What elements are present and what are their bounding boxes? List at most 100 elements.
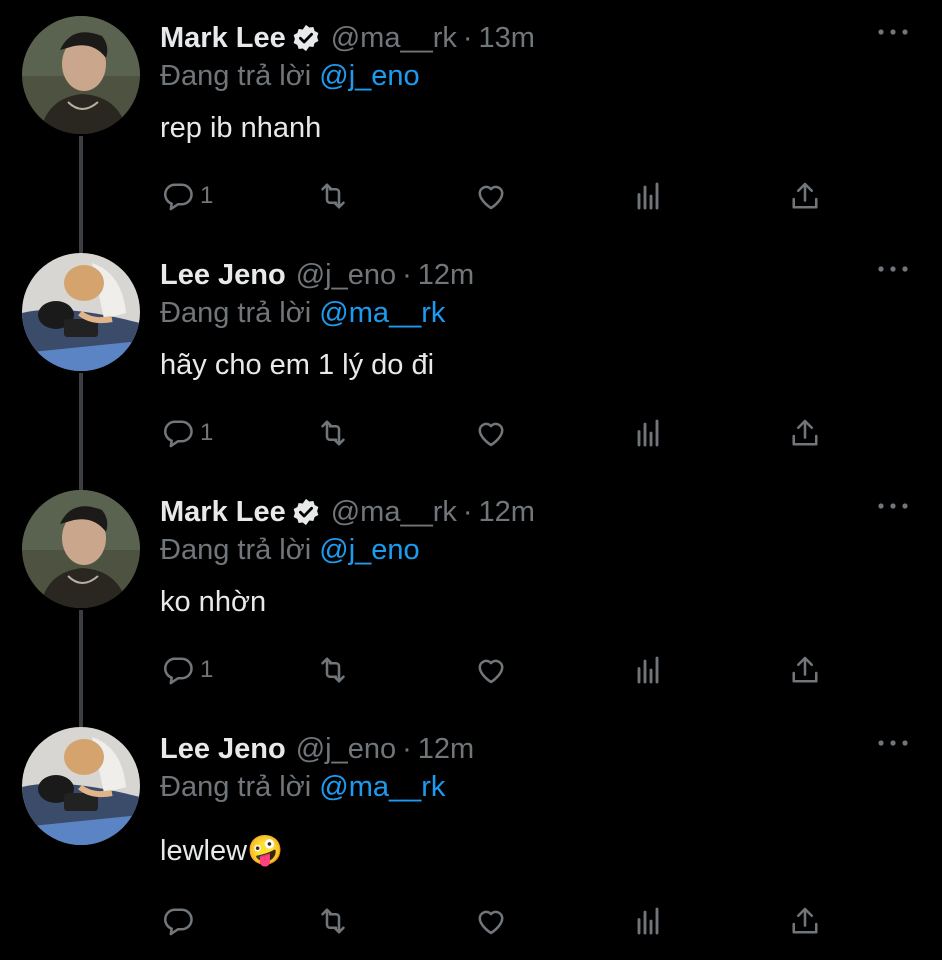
verified-badge-icon — [291, 497, 321, 527]
tweet-actions: 1 — [160, 413, 840, 453]
heart-icon — [473, 903, 509, 939]
display-name[interactable]: Mark Lee — [160, 20, 286, 56]
mention-link[interactable]: @j_eno — [319, 60, 419, 92]
retweet-icon — [315, 652, 351, 688]
reply-button[interactable] — [160, 901, 200, 941]
comment-icon — [160, 903, 196, 939]
retweet-button[interactable] — [315, 413, 351, 453]
heart-icon — [473, 415, 509, 451]
more-options-icon[interactable] — [876, 259, 910, 279]
avatar-lee-jeno — [22, 727, 140, 845]
thread-connector — [79, 610, 83, 727]
avatar-mark-lee — [22, 490, 140, 608]
avatar[interactable] — [22, 253, 140, 371]
stats-button[interactable] — [630, 901, 666, 941]
heart-icon — [473, 652, 509, 688]
stats-button[interactable] — [630, 650, 666, 690]
retweet-icon — [315, 903, 351, 939]
user-handle[interactable]: @j_eno — [296, 731, 396, 767]
reply-button[interactable]: 1 — [160, 176, 213, 216]
tweet-actions: 1 — [160, 650, 840, 690]
share-icon — [787, 903, 823, 939]
replying-to-label: Đang trả lời — [160, 297, 312, 329]
bar-chart-icon — [630, 903, 666, 939]
display-name[interactable]: Lee Jeno — [160, 731, 286, 767]
reply-button[interactable]: 1 — [160, 650, 213, 690]
like-button[interactable] — [473, 413, 509, 453]
avatar-lee-jeno — [22, 253, 140, 371]
tweet-actions: 1 — [160, 176, 840, 216]
replying-to: Đang trả lời @ma__rk — [160, 769, 445, 805]
share-icon — [787, 415, 823, 451]
comment-icon — [160, 178, 196, 214]
user-handle[interactable]: @ma__rk — [331, 494, 457, 530]
mention-link[interactable]: @ma__rk — [319, 771, 445, 803]
comment-icon — [160, 652, 196, 688]
replying-to: Đang trả lời @j_eno — [160, 532, 420, 568]
conversation-thread: Mark Lee @ma__rk · 13m Đang trả lời @j_e… — [0, 0, 942, 960]
like-button[interactable] — [473, 650, 509, 690]
more-options-icon[interactable] — [876, 22, 910, 42]
more-options-icon[interactable] — [876, 496, 910, 516]
tweet-text: lewlew🤪 — [160, 835, 284, 867]
thread-connector — [79, 373, 83, 490]
retweet-button[interactable] — [315, 650, 351, 690]
reply-count: 1 — [200, 656, 214, 683]
replying-to: Đang trả lời @ma__rk — [160, 295, 445, 331]
share-button[interactable] — [787, 901, 823, 941]
reply-button[interactable]: 1 — [160, 413, 213, 453]
bar-chart-icon — [630, 178, 666, 214]
tweet-text: ko nhờn — [160, 586, 267, 618]
share-icon — [787, 178, 823, 214]
replying-to-label: Đang trả lời — [160, 771, 312, 803]
avatar[interactable] — [22, 490, 140, 608]
retweet-icon — [315, 415, 351, 451]
tweet-header: Lee Jeno @j_eno · 12m — [160, 257, 474, 293]
user-handle[interactable]: @j_eno — [296, 257, 396, 293]
bar-chart-icon — [630, 652, 666, 688]
separator-dot: · — [462, 22, 473, 54]
bar-chart-icon — [630, 415, 666, 451]
thread-connector — [79, 136, 83, 253]
share-button[interactable] — [787, 176, 823, 216]
timestamp[interactable]: 12m — [418, 731, 474, 767]
avatar[interactable] — [22, 16, 140, 134]
stats-button[interactable] — [630, 176, 666, 216]
display-name[interactable]: Mark Lee — [160, 494, 286, 530]
avatar[interactable] — [22, 727, 140, 845]
comment-icon — [160, 415, 196, 451]
mention-link[interactable]: @ma__rk — [319, 297, 445, 329]
tweet-header: Lee Jeno @j_eno · 12m — [160, 731, 474, 767]
like-button[interactable] — [473, 176, 509, 216]
share-icon — [787, 652, 823, 688]
retweet-button[interactable] — [315, 176, 351, 216]
tweet-text: rep ib nhanh — [160, 112, 322, 144]
display-name[interactable]: Lee Jeno — [160, 257, 286, 293]
separator-dot: · — [402, 733, 412, 765]
user-handle[interactable]: @ma__rk — [331, 20, 457, 56]
stats-button[interactable] — [630, 413, 666, 453]
verified-badge-icon — [291, 23, 321, 53]
separator-dot: · — [402, 259, 412, 291]
replying-to: Đang trả lời @j_eno — [160, 58, 420, 94]
share-button[interactable] — [787, 413, 823, 453]
like-button[interactable] — [473, 901, 509, 941]
timestamp[interactable]: 12m — [479, 494, 535, 530]
more-options-icon[interactable] — [876, 733, 910, 753]
replying-to-label: Đang trả lời — [160, 534, 312, 566]
retweet-icon — [315, 178, 351, 214]
timestamp[interactable]: 12m — [418, 257, 474, 293]
retweet-button[interactable] — [315, 901, 351, 941]
replying-to-label: Đang trả lời — [160, 60, 312, 92]
tweet-header: Mark Lee @ma__rk · 12m — [160, 494, 535, 530]
tweet-actions — [160, 901, 840, 941]
mention-link[interactable]: @j_eno — [319, 534, 419, 566]
reply-count: 1 — [200, 182, 214, 209]
tweet-header: Mark Lee @ma__rk · 13m — [160, 20, 535, 56]
reply-count: 1 — [200, 419, 214, 446]
tweet-text: hãy cho em 1 lý do đi — [160, 349, 435, 381]
share-button[interactable] — [787, 650, 823, 690]
avatar-mark-lee — [22, 16, 140, 134]
timestamp[interactable]: 13m — [479, 20, 535, 56]
separator-dot: · — [462, 496, 473, 528]
